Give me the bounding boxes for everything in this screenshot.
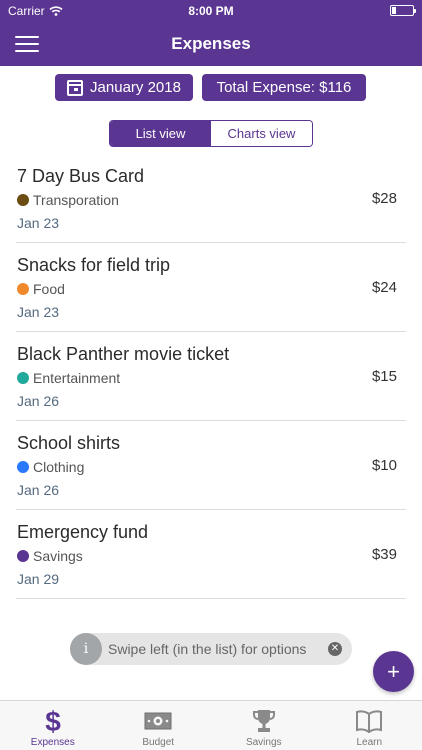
expense-date: Jan 26 bbox=[17, 393, 60, 409]
month-label: January 2018 bbox=[90, 79, 181, 96]
expense-category: Transporation bbox=[17, 192, 119, 208]
category-label: Savings bbox=[33, 548, 83, 564]
tab-budget[interactable]: Budget bbox=[106, 701, 212, 750]
battery-icon bbox=[390, 5, 416, 16]
category-dot-icon bbox=[17, 550, 29, 562]
expense-amount: $39 bbox=[371, 546, 397, 563]
expense-amount: $15 bbox=[371, 368, 397, 385]
total-expense-label: Total Expense: $116 bbox=[216, 79, 352, 96]
summary-bar: January 2018 Total Expense: $116 bbox=[0, 74, 422, 102]
svg-text:$: $ bbox=[45, 707, 61, 735]
category-label: Clothing bbox=[33, 459, 85, 475]
close-icon[interactable]: ✕ bbox=[328, 642, 342, 656]
expense-name: Snacks for field trip bbox=[17, 255, 171, 275]
expense-name: 7 Day Bus Card bbox=[17, 166, 145, 186]
expense-date: Jan 23 bbox=[17, 304, 60, 320]
expense-row[interactable]: School shirts Clothing Jan 26 $10 bbox=[16, 421, 406, 510]
tab-savings[interactable]: Savings bbox=[211, 701, 317, 750]
app-header: Carrier 8:00 PM Expenses bbox=[0, 0, 422, 66]
expense-row[interactable]: Snacks for field trip Food Jan 23 $24 bbox=[16, 243, 406, 332]
expense-name: Emergency fund bbox=[17, 522, 149, 542]
expense-amount: $28 bbox=[371, 190, 397, 207]
expense-date: Jan 29 bbox=[17, 571, 60, 587]
book-icon bbox=[354, 707, 384, 735]
expense-list: 7 Day Bus Card Transporation Jan 23 $28 Snac… bbox=[0, 154, 422, 599]
list-view-tab[interactable]: List view bbox=[110, 121, 211, 146]
expense-category: Savings bbox=[17, 548, 83, 564]
status-bar: Carrier 8:00 PM bbox=[0, 0, 422, 22]
tab-expenses[interactable]: $ Expenses bbox=[0, 701, 106, 750]
tab-learn[interactable]: Learn bbox=[317, 701, 422, 750]
category-dot-icon bbox=[17, 194, 29, 206]
tab-label: Budget bbox=[142, 737, 175, 748]
nav-bar: Expenses bbox=[0, 22, 422, 66]
category-dot-icon bbox=[17, 372, 29, 384]
expense-date: Jan 26 bbox=[17, 482, 60, 498]
status-time: 8:00 PM bbox=[188, 4, 234, 18]
tab-label: Savings bbox=[245, 737, 282, 748]
add-expense-button[interactable]: + bbox=[373, 651, 414, 692]
expense-row[interactable]: Emergency fund Savings Jan 29 $39 bbox=[16, 510, 406, 599]
view-segmented-control: List view Charts view bbox=[109, 120, 313, 147]
calendar-icon bbox=[67, 79, 84, 96]
expense-amount: $10 bbox=[371, 457, 397, 474]
month-picker-button[interactable]: January 2018 bbox=[55, 74, 193, 101]
tab-label: Expenses bbox=[30, 737, 75, 748]
info-icon: i bbox=[70, 633, 102, 665]
total-expense-button[interactable]: Total Expense: $116 bbox=[202, 74, 366, 101]
category-label: Transporation bbox=[33, 192, 119, 208]
tab-label: Learn bbox=[356, 737, 383, 748]
category-dot-icon bbox=[17, 461, 29, 473]
dollar-icon: $ bbox=[38, 707, 68, 735]
expense-name: Black Panther movie ticket bbox=[17, 344, 230, 364]
category-label: Food bbox=[33, 281, 65, 297]
expense-category: Clothing bbox=[17, 459, 84, 475]
tab-bar: $ Expenses Budget Savings Learn bbox=[0, 700, 422, 750]
expense-name: School shirts bbox=[17, 433, 121, 453]
hint-toast: i Swipe left (in the list) for options ✕ bbox=[70, 633, 352, 665]
expense-row[interactable]: 7 Day Bus Card Transporation Jan 23 $28 bbox=[16, 154, 406, 243]
expense-category: Food bbox=[17, 281, 65, 297]
trophy-icon bbox=[249, 707, 279, 735]
expense-category: Entertainment bbox=[17, 370, 120, 386]
charts-view-tab[interactable]: Charts view bbox=[211, 121, 312, 146]
page-title: Expenses bbox=[171, 34, 251, 53]
expense-date: Jan 23 bbox=[17, 215, 60, 231]
category-label: Entertainment bbox=[33, 370, 121, 386]
toast-message: Swipe left (in the list) for options bbox=[108, 641, 307, 657]
category-dot-icon bbox=[17, 283, 29, 295]
expense-row[interactable]: Black Panther movie ticket Entertainment J… bbox=[16, 332, 406, 421]
expense-amount: $24 bbox=[371, 279, 397, 296]
cash-icon bbox=[143, 707, 173, 735]
